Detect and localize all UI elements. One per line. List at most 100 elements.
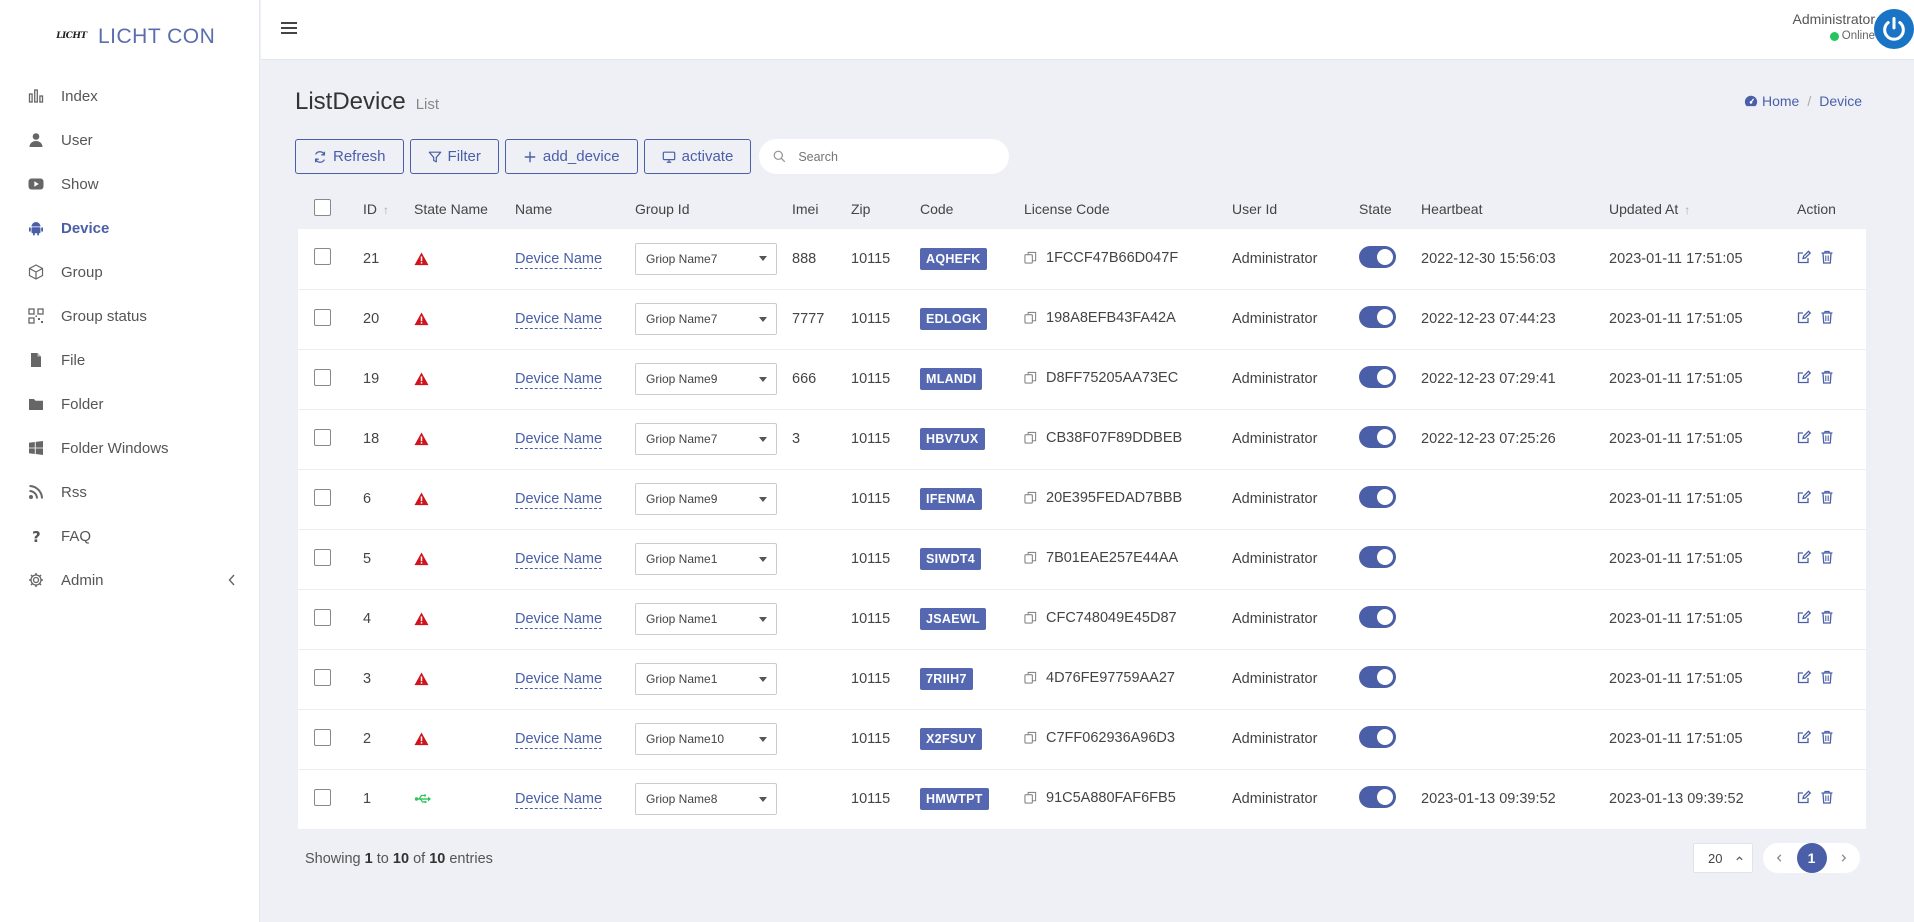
chevron-left-icon[interactable]: [227, 573, 237, 587]
row-checkbox[interactable]: [314, 788, 331, 806]
group-select[interactable]: Griop Name10: [635, 723, 777, 755]
state-toggle[interactable]: [1359, 245, 1396, 268]
sidebar-item-folder[interactable]: Folder: [0, 382, 259, 426]
sidebar-item-admin[interactable]: Admin: [0, 558, 259, 602]
row-checkbox[interactable]: [314, 608, 331, 626]
filter-button[interactable]: Filter: [409, 139, 499, 174]
device-name-link[interactable]: Device Name: [515, 731, 603, 749]
refresh-button[interactable]: Refresh: [295, 139, 404, 174]
sidebar-item-device[interactable]: Device: [0, 206, 259, 250]
activate-button[interactable]: activate: [643, 139, 752, 174]
group-select[interactable]: Griop Name1: [635, 663, 777, 695]
device-name-link[interactable]: Device Name: [515, 431, 603, 449]
search-box[interactable]: [759, 139, 1010, 174]
table-row[interactable]: 6 Device Name Griop Name9 10115 IFENMA 20E395…: [298, 469, 1866, 529]
table-row[interactable]: 4 Device Name Griop Name1 10115 JSAEWL CFC748…: [298, 589, 1866, 649]
group-select[interactable]: Griop Name1: [635, 543, 777, 575]
page-size-select[interactable]: 20: [1693, 843, 1753, 873]
group-select[interactable]: Griop Name7: [635, 423, 777, 455]
copy-icon[interactable]: [1024, 251, 1037, 264]
trash-icon[interactable]: [1820, 610, 1834, 624]
table-row[interactable]: 21 Device Name Griop Name7 888 10115 AQHEFK 1F…: [298, 229, 1866, 289]
trash-icon[interactable]: [1820, 250, 1834, 264]
sidebar-item-rss[interactable]: Rss: [0, 470, 259, 514]
sidebar-item-folder-windows[interactable]: Folder Windows: [0, 426, 259, 470]
copy-icon[interactable]: [1024, 671, 1037, 684]
copy-icon[interactable]: [1024, 551, 1037, 564]
copy-icon[interactable]: [1024, 371, 1037, 384]
table-row[interactable]: 1 Device Name Griop Name8 10115 HMWTPT 91C5A8…: [298, 769, 1866, 829]
state-toggle[interactable]: [1359, 366, 1396, 388]
power-button[interactable]: [1874, 9, 1914, 49]
row-checkbox[interactable]: [314, 308, 331, 326]
device-name-link[interactable]: Device Name: [515, 671, 603, 689]
trash-icon[interactable]: [1820, 430, 1834, 444]
breadcrumb-home[interactable]: Home: [1762, 93, 1799, 109]
state-toggle[interactable]: [1359, 426, 1396, 448]
row-checkbox[interactable]: [314, 248, 331, 266]
edit-icon[interactable]: [1797, 250, 1811, 264]
state-toggle[interactable]: [1359, 786, 1396, 808]
copy-icon[interactable]: [1024, 491, 1037, 504]
device-name-link[interactable]: Device Name: [515, 611, 603, 629]
edit-icon[interactable]: [1797, 490, 1811, 504]
brand[interactable]: LICHT LICHT CON: [0, 0, 259, 74]
trash-icon[interactable]: [1820, 790, 1834, 804]
table-row[interactable]: 18 Device Name Griop Name7 3 10115 HBV7UX CB38…: [298, 409, 1866, 469]
row-checkbox[interactable]: [314, 728, 331, 746]
sidebar-item-show[interactable]: Show: [0, 162, 259, 206]
row-checkbox[interactable]: [314, 488, 331, 506]
state-toggle[interactable]: [1359, 606, 1396, 628]
edit-icon[interactable]: [1797, 550, 1811, 564]
state-toggle[interactable]: [1359, 726, 1396, 748]
sidebar-item-file[interactable]: File: [0, 338, 259, 382]
device-name-link[interactable]: Device Name: [515, 491, 603, 509]
group-select[interactable]: Griop Name7: [635, 303, 777, 335]
device-name-link[interactable]: Device Name: [515, 250, 603, 269]
copy-icon[interactable]: [1024, 791, 1037, 804]
select-all-checkbox[interactable]: [314, 199, 331, 216]
search-input[interactable]: [798, 149, 989, 164]
edit-icon[interactable]: [1797, 370, 1811, 384]
user-box[interactable]: Administrator Online: [1793, 11, 1875, 46]
table-row[interactable]: 20 Device Name Griop Name7 7777 10115 EDLOGK 1…: [298, 289, 1866, 349]
copy-icon[interactable]: [1024, 431, 1037, 444]
trash-icon[interactable]: [1820, 310, 1834, 324]
copy-icon[interactable]: [1024, 611, 1037, 624]
table-row[interactable]: 2 Device Name Griop Name10 10115 X2FSUY C7FF0…: [298, 709, 1866, 769]
sidebar-item-user[interactable]: User: [0, 118, 259, 162]
chevron-left-icon[interactable]: [1775, 853, 1784, 863]
table-row[interactable]: 5 Device Name Griop Name1 10115 SIWDT4 7B01EA…: [298, 529, 1866, 589]
trash-icon[interactable]: [1820, 550, 1834, 564]
sort-up-icon[interactable]: ↑: [1684, 203, 1690, 217]
group-select[interactable]: Griop Name8: [635, 783, 777, 815]
table-row[interactable]: 19 Device Name Griop Name9 666 10115 MLANDI D8…: [298, 349, 1866, 409]
edit-icon[interactable]: [1797, 430, 1811, 444]
copy-icon[interactable]: [1024, 311, 1037, 324]
state-toggle[interactable]: [1359, 666, 1396, 688]
edit-icon[interactable]: [1797, 670, 1811, 684]
state-toggle[interactable]: [1359, 546, 1396, 568]
edit-icon[interactable]: [1797, 310, 1811, 324]
device-name-link[interactable]: Device Name: [515, 791, 603, 809]
col-id[interactable]: ID ↑: [363, 189, 414, 229]
device-name-link[interactable]: Device Name: [515, 371, 603, 389]
menu-toggle-icon[interactable]: [281, 20, 297, 36]
state-toggle[interactable]: [1359, 306, 1396, 328]
table-row[interactable]: 3 Device Name Griop Name1 10115 7RIIH7 4D76FE…: [298, 649, 1866, 709]
col-updated-at[interactable]: Updated At ↑: [1609, 189, 1797, 229]
row-checkbox[interactable]: [314, 548, 331, 566]
sidebar-item-faq[interactable]: ? FAQ: [0, 514, 259, 558]
sidebar-item-group[interactable]: Group: [0, 250, 259, 294]
group-select[interactable]: Griop Name9: [635, 483, 777, 515]
chevron-right-icon[interactable]: [1839, 853, 1848, 863]
row-checkbox[interactable]: [314, 428, 331, 446]
device-name-link[interactable]: Device Name: [515, 311, 603, 329]
group-select[interactable]: Griop Name1: [635, 603, 777, 635]
edit-icon[interactable]: [1797, 790, 1811, 804]
page-button-current[interactable]: 1: [1796, 843, 1827, 873]
state-toggle[interactable]: [1359, 486, 1396, 508]
sidebar-item-group-status[interactable]: Group status: [0, 294, 259, 338]
copy-icon[interactable]: [1024, 731, 1037, 744]
trash-icon[interactable]: [1820, 670, 1834, 684]
